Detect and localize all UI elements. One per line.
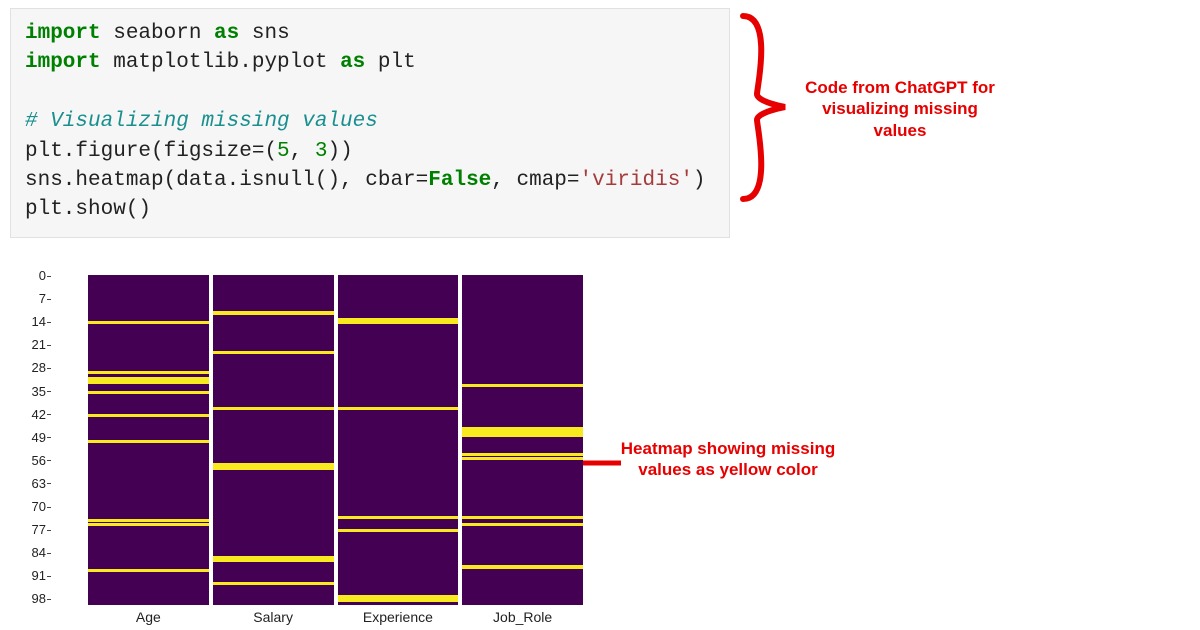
code-text: )): [327, 140, 352, 163]
code-block: import seaborn as sns import matplotlib.…: [10, 8, 730, 238]
keyword: as: [214, 22, 239, 45]
y-tick-label: 14: [32, 314, 46, 329]
x-tick-label: Age: [136, 609, 161, 625]
y-tick-label: 84: [32, 545, 46, 560]
y-tick-label: 56: [32, 453, 46, 468]
code-text: seaborn: [101, 22, 214, 45]
code-text: sns: [239, 22, 289, 45]
keyword: as: [340, 51, 365, 74]
y-tick-label: 35: [32, 384, 46, 399]
code-text: plt.show(): [25, 198, 151, 221]
y-tick-label: 7: [39, 291, 46, 306]
y-tick-label: 21: [32, 337, 46, 352]
boolean: False: [428, 169, 491, 192]
keyword: import: [25, 22, 101, 45]
annotation-heatmap: Heatmap showing missing values as yellow…: [618, 438, 838, 481]
x-tick-label: Experience: [363, 609, 433, 625]
x-tick-label: Salary: [253, 609, 293, 625]
code-text: , cmap=: [491, 169, 579, 192]
code-text: plt: [365, 51, 415, 74]
x-tick-label: Job_Role: [493, 609, 552, 625]
code-text: plt.figure(figsize=(: [25, 140, 277, 163]
y-tick-label: 98: [32, 591, 46, 606]
y-tick-label: 42: [32, 407, 46, 422]
heatmap-plot-area: [88, 275, 583, 605]
x-axis-ticks: Age Salary Experience Job_Role: [88, 607, 583, 630]
y-tick-label: 28: [32, 360, 46, 375]
brace-icon: [735, 10, 795, 205]
number: 5: [277, 140, 290, 163]
number: 3: [315, 140, 328, 163]
code-text: ,: [290, 140, 315, 163]
annotation-code: Code from ChatGPT for visualizing missin…: [800, 77, 1000, 141]
y-tick-label: 91: [32, 568, 46, 583]
y-tick-label: 0: [39, 268, 46, 283]
y-axis-ticks: 0 7 14 21 28 35 42 49 56 63 70 77 84 91 98: [18, 265, 83, 615]
y-tick-label: 70: [32, 499, 46, 514]
heatmap-figure: 0714212835424956637077849198 AgeSalaryEx…: [53, 275, 583, 630]
code-text: ): [693, 169, 706, 192]
y-tick-label: 49: [32, 430, 46, 445]
keyword: import: [25, 51, 101, 74]
code-text: sns.heatmap(data.isnull(), cbar=: [25, 169, 428, 192]
code-text: matplotlib.pyplot: [101, 51, 340, 74]
y-tick-label: 63: [32, 476, 46, 491]
y-tick-label: 77: [32, 522, 46, 537]
string: 'viridis': [580, 169, 693, 192]
comment: # Visualizing missing values: [25, 110, 378, 133]
